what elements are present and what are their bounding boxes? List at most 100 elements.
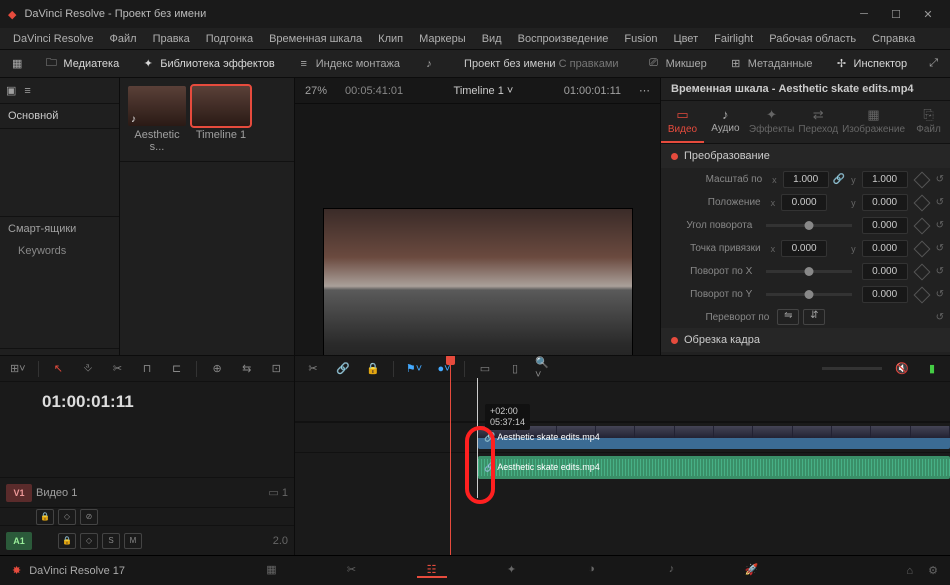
menu-playback[interactable]: Воспроизведение: [511, 30, 616, 48]
rotx-slider[interactable]: [766, 270, 851, 273]
ws-layout-icon[interactable]: ▦: [8, 54, 26, 73]
flip-h-button[interactable]: ⇋: [777, 309, 799, 325]
link-icon[interactable]: 🔗: [333, 359, 353, 379]
rotx-input[interactable]: 0.000: [862, 263, 908, 280]
keyframe-button[interactable]: [913, 217, 930, 234]
bin-main[interactable]: Основной: [0, 104, 119, 129]
menu-workspace[interactable]: Рабочая область: [762, 30, 863, 48]
link-icon[interactable]: 🔗: [833, 174, 845, 185]
keyframe-button[interactable]: [913, 240, 930, 257]
flip-v-button[interactable]: ⇵: [803, 309, 825, 325]
pos-y-input[interactable]: 0.000: [862, 194, 908, 211]
page-edit[interactable]: ☷: [417, 563, 447, 578]
smart-bins-label[interactable]: Смарт-ящики: [0, 216, 119, 241]
viewer-menu-icon[interactable]: ⋯: [639, 84, 650, 97]
audio-clip[interactable]: 🔗 Aesthetic skate edits.mp4: [478, 456, 950, 479]
rotation-input[interactable]: 0.000: [862, 217, 908, 234]
roty-input[interactable]: 0.000: [862, 286, 908, 303]
scale-y-input[interactable]: 1.000: [862, 171, 908, 188]
clip-thumb-timeline1[interactable]: Timeline 1: [192, 86, 250, 153]
menu-davinci[interactable]: DaVinci Resolve: [6, 30, 101, 48]
playhead[interactable]: [450, 356, 451, 555]
video-clip[interactable]: 🔗 Aesthetic skate edits.mp4: [478, 426, 950, 449]
disable-button[interactable]: ⊘: [80, 509, 98, 525]
view-opt2-icon[interactable]: ▯: [505, 359, 525, 379]
reset-button[interactable]: ↺: [936, 243, 944, 254]
viewer-tab[interactable]: Timeline 1 ˅: [421, 85, 546, 97]
a1-tag[interactable]: A1: [6, 532, 32, 550]
lock-button[interactable]: 🔒: [58, 533, 76, 549]
enable-dot-icon[interactable]: [671, 153, 678, 160]
smart-bin-keywords[interactable]: Keywords: [0, 241, 119, 261]
solo-button[interactable]: S: [102, 533, 120, 549]
timeline-timecode[interactable]: 01:00:01:11: [0, 382, 294, 418]
lock-icon[interactable]: 🔒: [363, 359, 383, 379]
ws-sound[interactable]: ♪: [418, 54, 440, 74]
transform-section[interactable]: Преобразование: [661, 144, 950, 168]
keyframe-button[interactable]: [913, 194, 930, 211]
reset-button[interactable]: ↺: [936, 266, 944, 277]
minimize-button[interactable]: ─: [850, 4, 878, 24]
v1-tag[interactable]: V1: [6, 484, 32, 502]
menu-view[interactable]: Вид: [475, 30, 509, 48]
insp-tab-file[interactable]: ⎘Файл: [907, 101, 950, 143]
mute-icon[interactable]: 🔇: [892, 359, 912, 379]
insp-tab-image[interactable]: ▦Изображение: [840, 101, 907, 143]
clip-thumb-aesthetic[interactable]: Aesthetic s...: [128, 86, 186, 153]
blade-tool[interactable]: ✂: [108, 359, 128, 379]
ripple-tool[interactable]: ⇆: [237, 359, 257, 379]
ws-expand-icon[interactable]: ⤢: [925, 54, 942, 73]
keyframe-button[interactable]: [913, 286, 930, 303]
replace-tool[interactable]: ⊡: [266, 359, 286, 379]
trim-tool[interactable]: ⎀: [78, 359, 98, 379]
arrow-tool[interactable]: ↖: [49, 359, 69, 379]
maximize-button[interactable]: ☐: [882, 4, 910, 24]
reset-button[interactable]: ↺: [936, 174, 944, 185]
timeline-ruler[interactable]: [295, 382, 950, 422]
keyframe-button[interactable]: [913, 171, 930, 188]
ws-media[interactable]: 🗀Медиатека: [40, 54, 123, 74]
menu-fairlight[interactable]: Fairlight: [707, 30, 760, 48]
page-fairlight[interactable]: ♪: [657, 563, 687, 578]
ws-effects[interactable]: ✦Библиотека эффектов: [137, 54, 279, 74]
menu-clip[interactable]: Клип: [371, 30, 410, 48]
reset-button[interactable]: ↺: [936, 197, 944, 208]
menu-markers[interactable]: Маркеры: [412, 30, 473, 48]
mute-button[interactable]: M: [124, 533, 142, 549]
anchor-y-input[interactable]: 0.000: [862, 240, 908, 257]
menu-edit[interactable]: Правка: [146, 30, 197, 48]
video-track-lane[interactable]: 🔗 Aesthetic skate edits.mp4: [295, 422, 950, 452]
zoom-icon[interactable]: 🔍˅: [535, 359, 555, 379]
timeline-tracks[interactable]: ✂ 🔗 🔒 ⚑˅ ●˅ ▭ ▯ 🔍˅ 🔇 ▮ +02:0005:37:14 🔗 …: [295, 356, 950, 555]
page-cut[interactable]: ✂: [337, 563, 367, 578]
menu-color[interactable]: Цвет: [666, 30, 705, 48]
view-opt-icon[interactable]: ▭: [475, 359, 495, 379]
rotation-slider[interactable]: [766, 224, 851, 227]
auto-select-button[interactable]: ◇: [80, 533, 98, 549]
menu-fusion[interactable]: Fusion: [617, 30, 664, 48]
insp-tab-effects[interactable]: ✦Эффекты: [747, 101, 796, 143]
video-track-header[interactable]: V1 Видео 1 ▭ 1: [0, 477, 294, 507]
ws-mixer[interactable]: ⎚Микшер: [643, 54, 711, 74]
auto-select-button[interactable]: ◇: [58, 509, 76, 525]
roty-slider[interactable]: [766, 293, 851, 296]
pool-list-icon[interactable]: ≡: [24, 85, 30, 97]
ws-metadata[interactable]: ⊞Метаданные: [725, 54, 817, 74]
reset-button[interactable]: ↺: [936, 289, 944, 300]
insp-tab-audio[interactable]: ♪Аудио: [704, 101, 747, 143]
zoom-slider[interactable]: [822, 367, 882, 370]
insp-tab-transition[interactable]: ⇄Переход: [796, 101, 840, 143]
flag-icon[interactable]: ⚑˅: [404, 359, 424, 379]
zoom-value[interactable]: 27%: [305, 85, 327, 97]
audio-track-lane[interactable]: 🔗 Aesthetic skate edits.mp4: [295, 452, 950, 482]
reset-button[interactable]: ↺: [936, 312, 944, 323]
monitor-icon[interactable]: ▮: [922, 359, 942, 379]
scale-x-input[interactable]: 1.000: [783, 171, 829, 188]
lock-button[interactable]: 🔒: [36, 509, 54, 525]
overwrite-tool[interactable]: ⊏: [167, 359, 187, 379]
settings-icon[interactable]: ⚙: [928, 565, 938, 577]
menu-help[interactable]: Справка: [865, 30, 922, 48]
page-color[interactable]: ◑: [577, 563, 607, 578]
menu-timeline[interactable]: Временная шкала: [262, 30, 369, 48]
blade-icon[interactable]: ✂: [303, 359, 323, 379]
